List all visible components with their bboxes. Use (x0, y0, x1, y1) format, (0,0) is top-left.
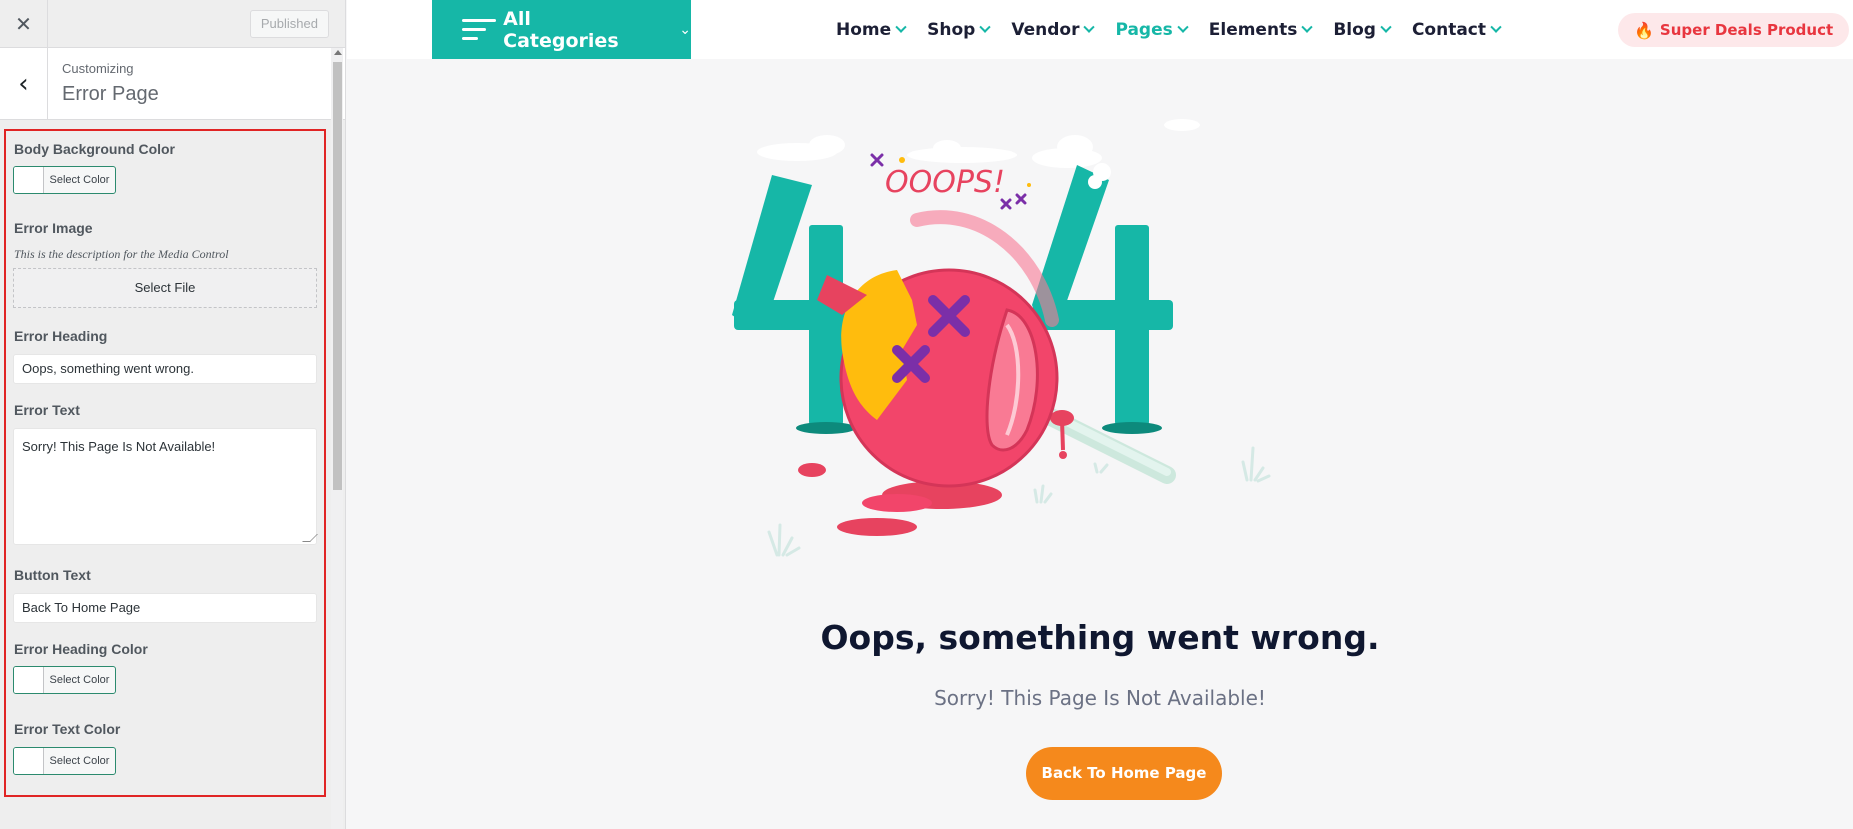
section-title-bar: ‹ Customizing Error Page (0, 48, 345, 120)
lollipop-candy (817, 210, 1059, 488)
error-text-label: Error Text (14, 402, 80, 418)
customizing-label: Customizing (62, 61, 134, 76)
cloud-decoration (757, 119, 1200, 168)
all-categories-button[interactable]: All Categories ⌄ (432, 0, 691, 59)
color-swatch (14, 667, 44, 693)
section-title: Error Page (62, 83, 159, 105)
menu-item-shop[interactable]: Shop (927, 19, 992, 40)
error-heading-input[interactable]: Oops, something went wrong. (13, 354, 317, 384)
error-heading: Oops, something went wrong. (820, 618, 1380, 657)
menu-label: Contact (1411, 19, 1487, 40)
menu-label: Blog (1333, 19, 1376, 40)
main-menu: Home Shop Vendor Pages Elements Blog Con… (836, 0, 1522, 59)
error-page-controls: Body Background Color Select Color Error… (4, 129, 326, 797)
error-text: Sorry! This Page Is Not Available! (934, 686, 1266, 710)
menu-label: Vendor (1011, 19, 1080, 40)
heading-color-label: Error Heading Color (14, 641, 148, 657)
error-image-description: This is the description for the Media Co… (14, 247, 229, 261)
menu-label: Home (836, 19, 892, 40)
chevron-down-icon (1301, 21, 1313, 33)
color-swatch (14, 167, 44, 193)
heading-color-button[interactable]: Select Color (13, 666, 116, 694)
menu-item-vendor[interactable]: Vendor (1011, 19, 1096, 40)
button-text-label: Button Text (14, 567, 91, 583)
error-text-value: Sorry! This Page Is Not Available! (22, 439, 216, 454)
menu-label: Shop (927, 19, 976, 40)
menu-item-blog[interactable]: Blog (1333, 19, 1392, 40)
chevron-down-icon (1177, 21, 1189, 33)
button-text-input[interactable]: Back To Home Page (13, 593, 317, 623)
chevron-left-icon[interactable]: ‹ (0, 48, 48, 119)
hamburger-icon (462, 18, 496, 41)
chevron-down-icon (1490, 21, 1502, 33)
menu-item-contact[interactable]: Contact (1411, 19, 1502, 40)
super-deals-button[interactable]: 🔥 Super Deals Product (1618, 13, 1850, 47)
select-file-button[interactable]: Select File (13, 268, 317, 308)
text-color-button[interactable]: Select Color (13, 747, 116, 775)
error-text-textarea[interactable]: Sorry! This Page Is Not Available! (13, 428, 318, 545)
all-categories-label: All Categories (503, 7, 619, 52)
error-404-illustration: OOOPS! (732, 119, 1271, 557)
resize-grip-icon[interactable] (302, 534, 318, 542)
menu-item-pages[interactable]: Pages (1115, 19, 1189, 40)
scrollbar-thumb[interactable] (333, 62, 342, 490)
select-color-label: Select Color (49, 674, 110, 686)
scroll-up-arrow-icon[interactable] (334, 50, 342, 55)
customizer-header: ✕ Published (0, 0, 345, 48)
menu-label: Elements (1208, 19, 1298, 40)
super-deals-label: Super Deals Product (1659, 21, 1834, 39)
text-color-label: Error Text Color (14, 721, 121, 737)
close-icon[interactable]: ✕ (0, 0, 48, 48)
select-color-label: Select Color (49, 174, 110, 186)
site-navbar: All Categories ⌄ Home Shop Vendor Pages … (347, 0, 1853, 59)
error-heading-label: Error Heading (14, 328, 108, 344)
svg-text:OOOPS!: OOOPS! (885, 165, 1005, 200)
menu-item-home[interactable]: Home (836, 19, 907, 40)
body-bg-color-button[interactable]: Select Color (13, 166, 116, 194)
ooops-label: OOOPS! (870, 153, 1031, 210)
chevron-down-icon: ⌄ (679, 21, 691, 38)
error-image-label: Error Image (14, 220, 93, 236)
published-button[interactable]: Published (249, 10, 329, 38)
chevron-down-icon (1083, 21, 1096, 33)
chevron-down-icon (979, 21, 992, 33)
select-color-label: Select Color (49, 755, 110, 767)
chevron-down-icon (1380, 21, 1392, 33)
site-preview: All Categories ⌄ Home Shop Vendor Pages … (347, 0, 1853, 829)
back-to-home-button[interactable]: Back To Home Page (1026, 747, 1222, 800)
body-bg-color-label: Body Background Color (14, 141, 176, 157)
chevron-down-icon (895, 21, 907, 33)
customizer-sidebar: ✕ Published ‹ Customizing Error Page Bod… (0, 0, 346, 829)
menu-item-elements[interactable]: Elements (1208, 19, 1313, 40)
fire-icon: 🔥 (1634, 20, 1654, 40)
menu-label: Pages (1115, 19, 1173, 40)
color-swatch (14, 748, 44, 774)
sidebar-scrollbar[interactable] (331, 48, 343, 829)
